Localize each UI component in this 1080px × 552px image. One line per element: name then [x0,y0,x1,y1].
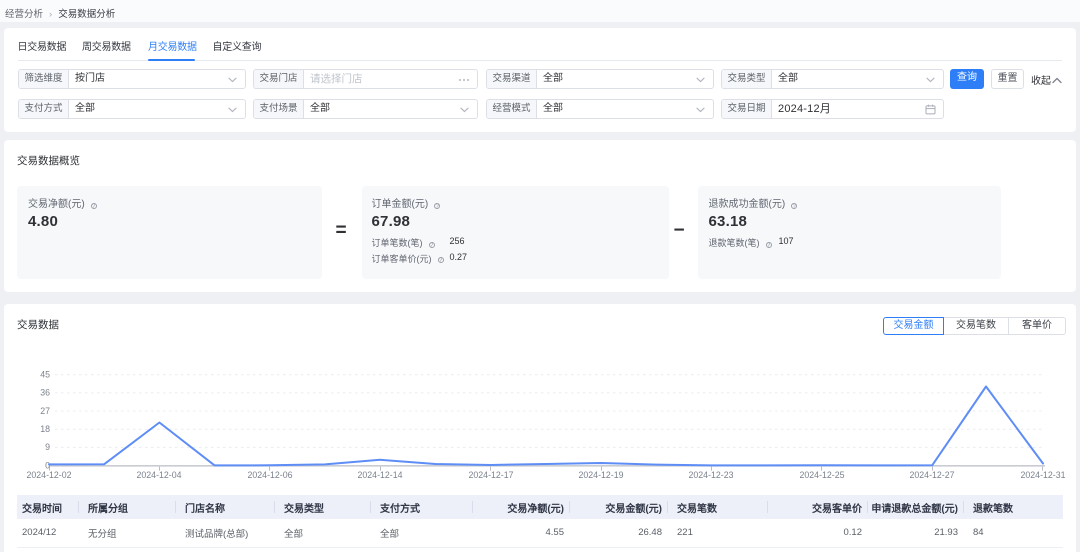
svg-text:2024-12-17: 2024-12-17 [469,470,514,480]
svg-text:2024-12-31: 2024-12-31 [1021,470,1066,480]
svg-text:2024-12-02: 2024-12-02 [27,470,72,480]
svg-text:2024-12-23: 2024-12-23 [689,470,734,480]
svg-text:27: 27 [40,406,50,416]
svg-text:0: 0 [45,460,50,470]
svg-text:18: 18 [40,424,50,434]
svg-text:2024-12-06: 2024-12-06 [248,470,293,480]
svg-text:2024-12-14: 2024-12-14 [358,470,403,480]
svg-text:2024-12-25: 2024-12-25 [800,470,845,480]
svg-text:36: 36 [40,388,50,398]
svg-text:9: 9 [45,442,50,452]
svg-text:2024-12-19: 2024-12-19 [579,470,624,480]
svg-text:45: 45 [40,370,50,380]
svg-text:2024-12-27: 2024-12-27 [910,470,955,480]
svg-text:2024-12-04: 2024-12-04 [137,470,182,480]
